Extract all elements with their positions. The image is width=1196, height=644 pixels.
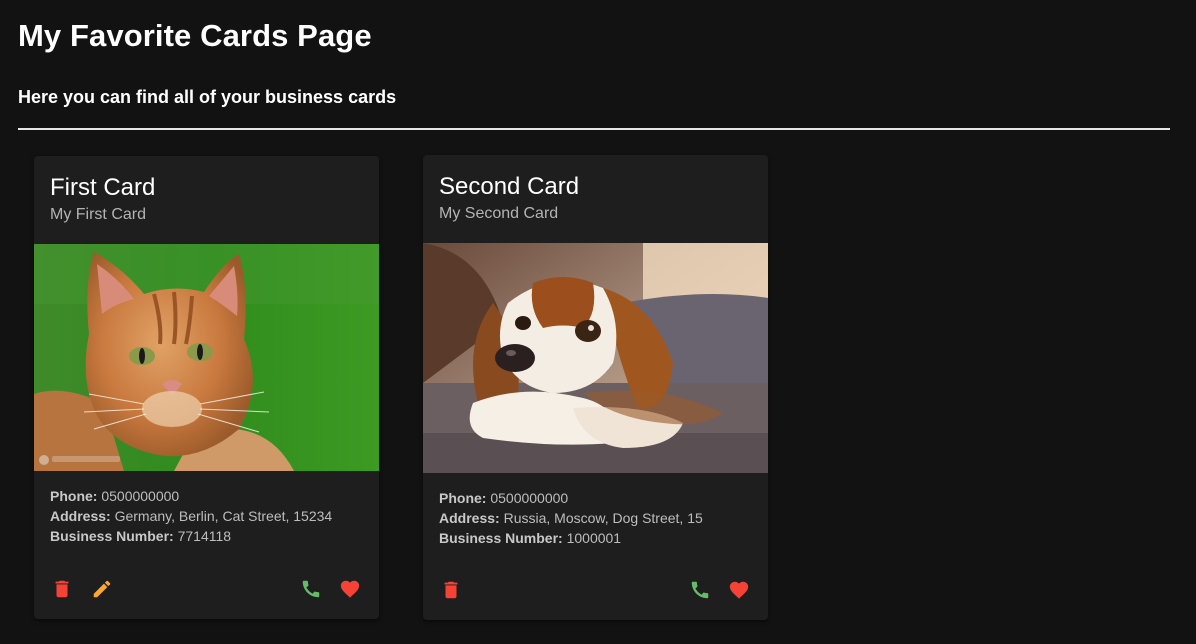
orange-cat-photo [34, 244, 379, 471]
favorite-button[interactable] [336, 575, 364, 603]
card-subtitle: My Second Card [439, 205, 559, 222]
address-row: Address: Russia, Moscow, Dog Street, 15 [439, 508, 752, 528]
business-card-first: First Card My First Card Phone: 05000000… [34, 156, 379, 619]
favorite-button[interactable] [725, 576, 753, 604]
phone-value: 0500000000 [490, 490, 569, 506]
address-value: Russia, Moscow, Dog Street, 15 [503, 510, 703, 526]
page-subtitle: Here you can find all of your business c… [18, 87, 397, 107]
card-image-dog[interactable] [423, 243, 768, 473]
heart-icon [729, 581, 749, 599]
card-actions [34, 575, 379, 603]
spaniel-dog-photo [423, 243, 768, 473]
business-number-value: 1000001 [566, 530, 622, 546]
business-number-row: Business Number: 7714118 [50, 526, 363, 546]
card-title: First Card [50, 174, 156, 201]
address-row: Address: Germany, Berlin, Cat Street, 15… [50, 506, 363, 526]
card-image-cat[interactable] [34, 244, 379, 471]
address-label: Address: [50, 508, 111, 524]
address-value: Germany, Berlin, Cat Street, 15234 [114, 508, 333, 524]
delete-button[interactable] [48, 575, 76, 603]
delete-button[interactable] [437, 576, 465, 604]
card-header: Second Card My Second Card [439, 172, 752, 226]
phone-label: Phone: [439, 490, 487, 506]
address-label: Address: [439, 510, 500, 526]
card-header: First Card My First Card [50, 173, 363, 227]
card-title: Second Card [439, 173, 580, 200]
page-title: My Favorite Cards Page [18, 18, 372, 53]
card-details: Phone: 0500000000 Address: Russia, Mosco… [439, 488, 752, 548]
delete-icon [444, 581, 458, 599]
phone-icon [691, 581, 709, 599]
edit-icon [93, 580, 111, 598]
phone-row: Phone: 0500000000 [439, 488, 752, 508]
delete-icon [55, 580, 69, 598]
heart-icon [340, 580, 360, 598]
edit-button[interactable] [88, 575, 116, 603]
favorite-cards-page: My Favorite Cards Page Here you can find… [0, 0, 1196, 644]
business-number-label: Business Number: [439, 530, 563, 546]
business-number-value: 7714118 [177, 528, 232, 544]
phone-label: Phone: [50, 488, 98, 504]
card-subtitle: My First Card [50, 206, 146, 223]
business-card-second: Second Card My Second Card Phone: 050000… [423, 155, 768, 620]
card-actions [423, 576, 768, 604]
phone-value: 0500000000 [101, 488, 180, 504]
call-button[interactable] [686, 576, 714, 604]
card-details: Phone: 0500000000 Address: Germany, Berl… [50, 486, 363, 546]
business-number-row: Business Number: 1000001 [439, 528, 752, 548]
phone-row: Phone: 0500000000 [50, 486, 363, 506]
call-button[interactable] [297, 575, 325, 603]
divider [18, 128, 1170, 130]
business-number-label: Business Number: [50, 528, 174, 544]
phone-icon [302, 580, 320, 598]
